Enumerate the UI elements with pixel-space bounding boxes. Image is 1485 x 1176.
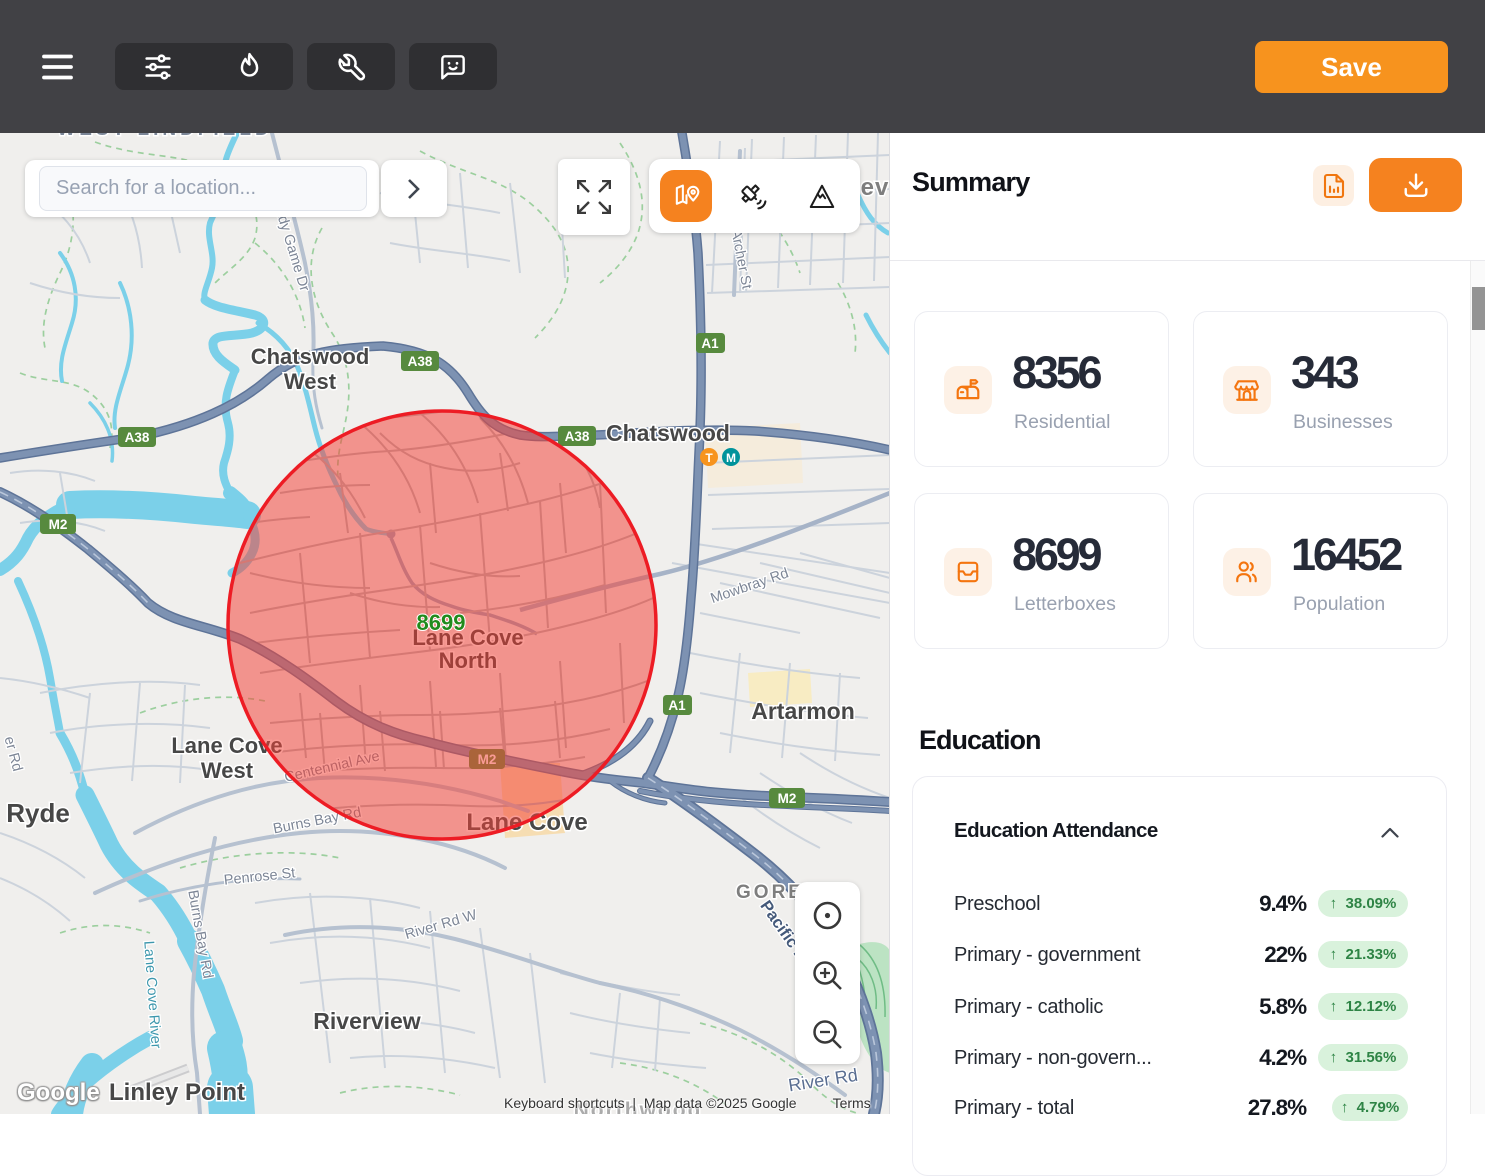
svg-text:A38: A38 — [565, 429, 590, 444]
svg-text:West: West — [201, 758, 254, 783]
svg-text:Linley Point: Linley Point — [109, 1079, 245, 1106]
svg-text:A1: A1 — [668, 698, 686, 713]
svg-text:Chatswood: Chatswood — [606, 420, 730, 446]
svg-text:A1: A1 — [701, 336, 719, 351]
svg-text:A38: A38 — [408, 354, 433, 369]
svg-text:T: T — [705, 451, 713, 465]
svg-text:8699: 8699 — [417, 610, 466, 635]
svg-text:Chatswood: Chatswood — [251, 344, 370, 369]
svg-text:ev: ev — [861, 174, 890, 201]
svg-text:A38: A38 — [125, 430, 150, 445]
svg-text:West: West — [284, 369, 337, 394]
svg-text:M2: M2 — [778, 791, 797, 806]
svg-text:Riverview: Riverview — [313, 1008, 421, 1034]
svg-text:Artarmon: Artarmon — [751, 698, 855, 724]
svg-text:WEST LINDFIELD: WEST LINDFIELD — [57, 133, 272, 140]
svg-text:Ryde: Ryde — [6, 798, 70, 828]
svg-text:M: M — [726, 451, 736, 465]
svg-text:M2: M2 — [49, 517, 68, 532]
